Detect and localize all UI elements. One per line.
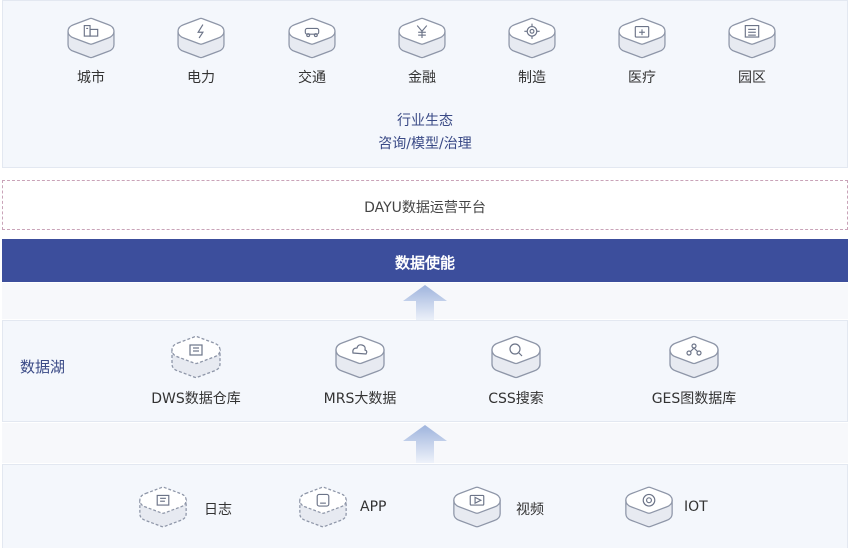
industry-item: 医疗 [602, 16, 682, 87]
data-source-label: 日志 [204, 502, 232, 518]
industry-label: 城市 [77, 70, 105, 86]
gear-icon [504, 17, 560, 64]
enablement-label: 数据使能 [394, 254, 455, 272]
industry-label: 交通 [298, 70, 326, 86]
industry-label: 医疗 [628, 70, 656, 86]
data-lake-label: MRS大数据 [323, 391, 397, 407]
industry-item: 园区 [712, 16, 792, 87]
industry-item: 制造 [492, 16, 572, 87]
data-source-label: APP [360, 499, 387, 515]
data-source-label: 视频 [516, 502, 544, 518]
ecosystem-title: 行业生态 [397, 113, 453, 129]
data-lake-item: MRS大数据 [290, 334, 430, 408]
data-source-label: IOT [684, 499, 708, 515]
office-building-icon [724, 17, 780, 64]
data-lake-label: GES图数据库 [651, 391, 737, 407]
industry-label: 园区 [738, 70, 766, 86]
industry-item: 金融 [382, 16, 462, 87]
data-lake-item: CSS搜索 [446, 334, 586, 408]
industry-item: 电力 [161, 16, 241, 87]
industry-item: 交通 [272, 16, 352, 87]
data-lake-label: CSS搜索 [488, 391, 544, 407]
industry-label: 制造 [518, 70, 546, 86]
lightning-icon [173, 17, 229, 64]
data-source-panel [2, 464, 848, 548]
data-lake-label: DWS数据仓库 [151, 391, 241, 407]
car-icon [284, 17, 340, 64]
industry-label: 金融 [408, 70, 436, 86]
ecosystem-subtitle: 咨询/模型/治理 [378, 136, 472, 152]
up-arrow-icon [403, 425, 447, 463]
platform-label: DAYU数据运营平台 [364, 200, 486, 216]
data-warehouse-icon [168, 335, 224, 384]
industry-item: 城市 [51, 16, 131, 87]
medical-box-icon [614, 17, 670, 64]
graph-icon [666, 335, 722, 384]
data-lake-item: DWS数据仓库 [126, 334, 266, 408]
industry-label: 电力 [187, 70, 215, 86]
yuan-icon [394, 17, 450, 64]
data-lake-title: 数据湖 [20, 358, 66, 376]
data-lake-item: GES图数据库 [624, 334, 764, 408]
search-icon [488, 335, 544, 384]
building-icon [63, 17, 119, 64]
cloud-icon [332, 335, 388, 384]
up-arrow-icon [403, 285, 447, 321]
